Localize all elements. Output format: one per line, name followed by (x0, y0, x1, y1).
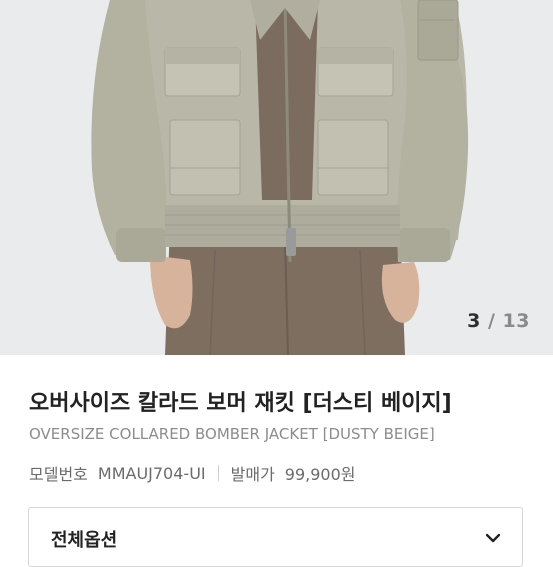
meta-divider (217, 465, 219, 481)
product-image[interactable]: 3 / 13 (0, 0, 553, 355)
product-title: 오버사이즈 칼라드 보머 재킷 [더스티 베이지] (29, 391, 452, 416)
options-dropdown[interactable]: 전체옵션 (28, 507, 523, 567)
model-number-label: 모델번호 (29, 465, 88, 484)
product-subtitle: OVERSIZE COLLARED BOMBER JACKET [DUSTY B… (29, 425, 435, 443)
model-number-value: MMAUJ704-UI (97, 463, 206, 483)
image-counter-current: 3 (467, 310, 481, 332)
image-counter: 3 / 13 (467, 310, 530, 332)
image-counter-separator: / (487, 310, 496, 332)
image-counter-total: 13 (502, 310, 530, 332)
chevron-down-icon (485, 528, 501, 547)
release-price-label: 발매가 (230, 465, 275, 484)
release-price-value: 99,900원 (284, 465, 356, 484)
product-photo-illustration (91, 0, 469, 355)
options-dropdown-label: 전체옵션 (51, 530, 118, 551)
product-meta: 모델번호 MMAUJ704-UI 발매가 99,900원 (29, 462, 356, 485)
